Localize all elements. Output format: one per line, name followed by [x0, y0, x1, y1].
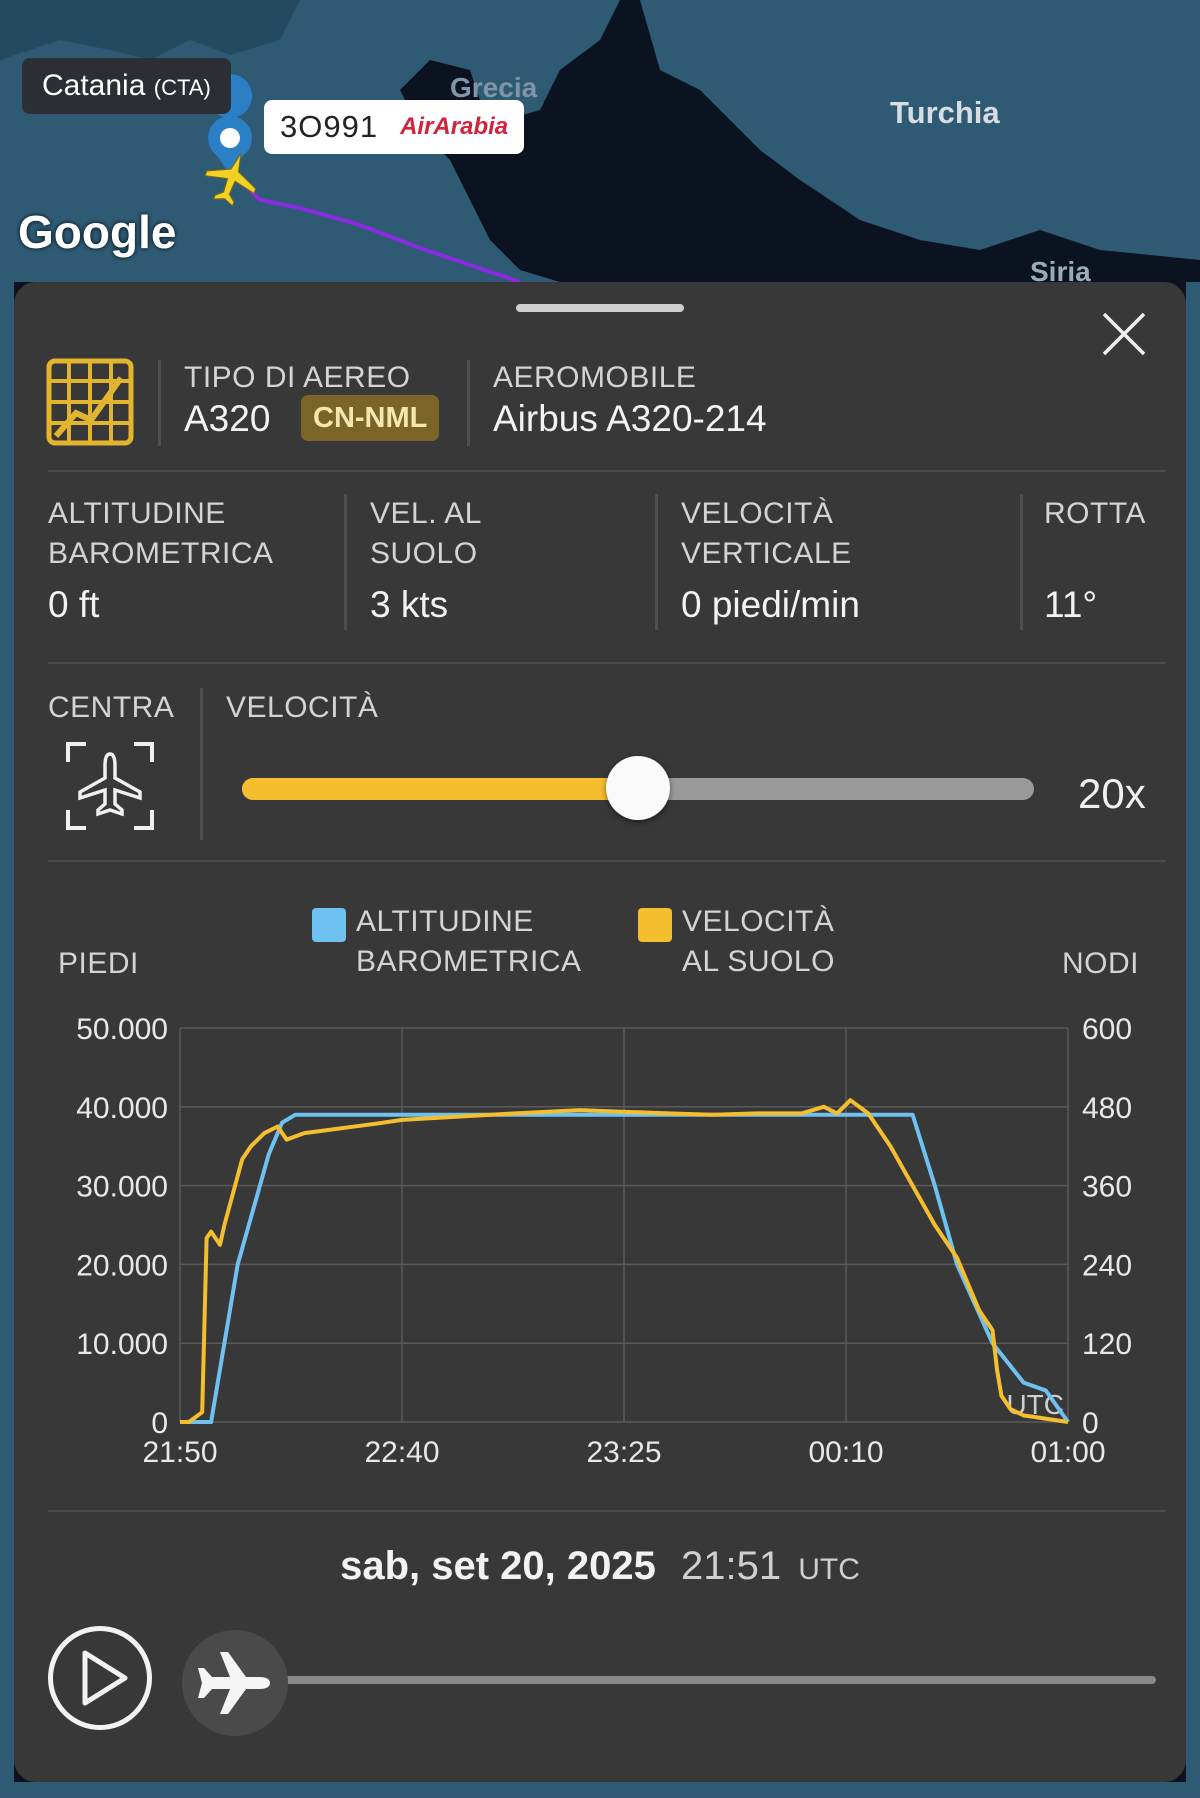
playback-timestamp: sab, set 20, 2025 21:51 UTC [14, 1544, 1186, 1589]
playback-timeline-knob[interactable] [182, 1630, 288, 1736]
x-tick: 21:50 [142, 1436, 217, 1469]
altitude-speed-chart: 010.00020.00030.00040.00050.000012024036… [76, 1013, 1132, 1469]
playback-time: 21:51 [681, 1544, 782, 1588]
y-tick-right: 240 [1082, 1249, 1132, 1282]
land-west [0, 282, 14, 1798]
y-tick-right: 120 [1082, 1328, 1132, 1361]
flight-number: 3O991 [280, 109, 379, 144]
y-tick-left: 30.000 [76, 1171, 168, 1204]
playback-timeline[interactable] [234, 1676, 1156, 1684]
y-tick-left: 10.000 [76, 1328, 168, 1361]
origin-city-code: (CTA) [153, 75, 211, 100]
play-button[interactable] [48, 1626, 152, 1730]
y-tick-left: 50.000 [76, 1013, 168, 1046]
play-icon [82, 1650, 128, 1706]
y-tick-left: 20.000 [76, 1249, 168, 1282]
map-label-turchia: Turchia [890, 95, 1000, 130]
plane-icon [198, 1652, 270, 1714]
x-tick: 00:10 [808, 1436, 883, 1469]
x-tick: 01:00 [1030, 1436, 1105, 1469]
playback-timezone: UTC [798, 1553, 860, 1586]
y-tick-right: 480 [1082, 1092, 1132, 1125]
divider-chart [48, 1510, 1166, 1512]
origin-city-name: Catania [42, 69, 146, 102]
land-bottom [0, 1782, 1200, 1798]
y-tick-right: 600 [1082, 1013, 1132, 1046]
google-attribution: Google [18, 206, 177, 258]
flight-label-chip[interactable]: 3O991 AirArabia [264, 100, 525, 154]
y-tick-right: 360 [1082, 1171, 1132, 1204]
land-east [1186, 282, 1200, 1798]
flight-detail-panel: TIPO DI AEREO A320 CN-NML AEROMOBILE Air… [14, 282, 1186, 1782]
x-tick: 23:25 [586, 1436, 661, 1469]
x-tick: 22:40 [364, 1436, 439, 1469]
origin-city-chip[interactable]: Catania (CTA) [22, 58, 231, 114]
playback-date: sab, set 20, 2025 [340, 1544, 656, 1588]
y-tick-left: 40.000 [76, 1092, 168, 1125]
airline-logo: AirArabia [400, 113, 509, 140]
